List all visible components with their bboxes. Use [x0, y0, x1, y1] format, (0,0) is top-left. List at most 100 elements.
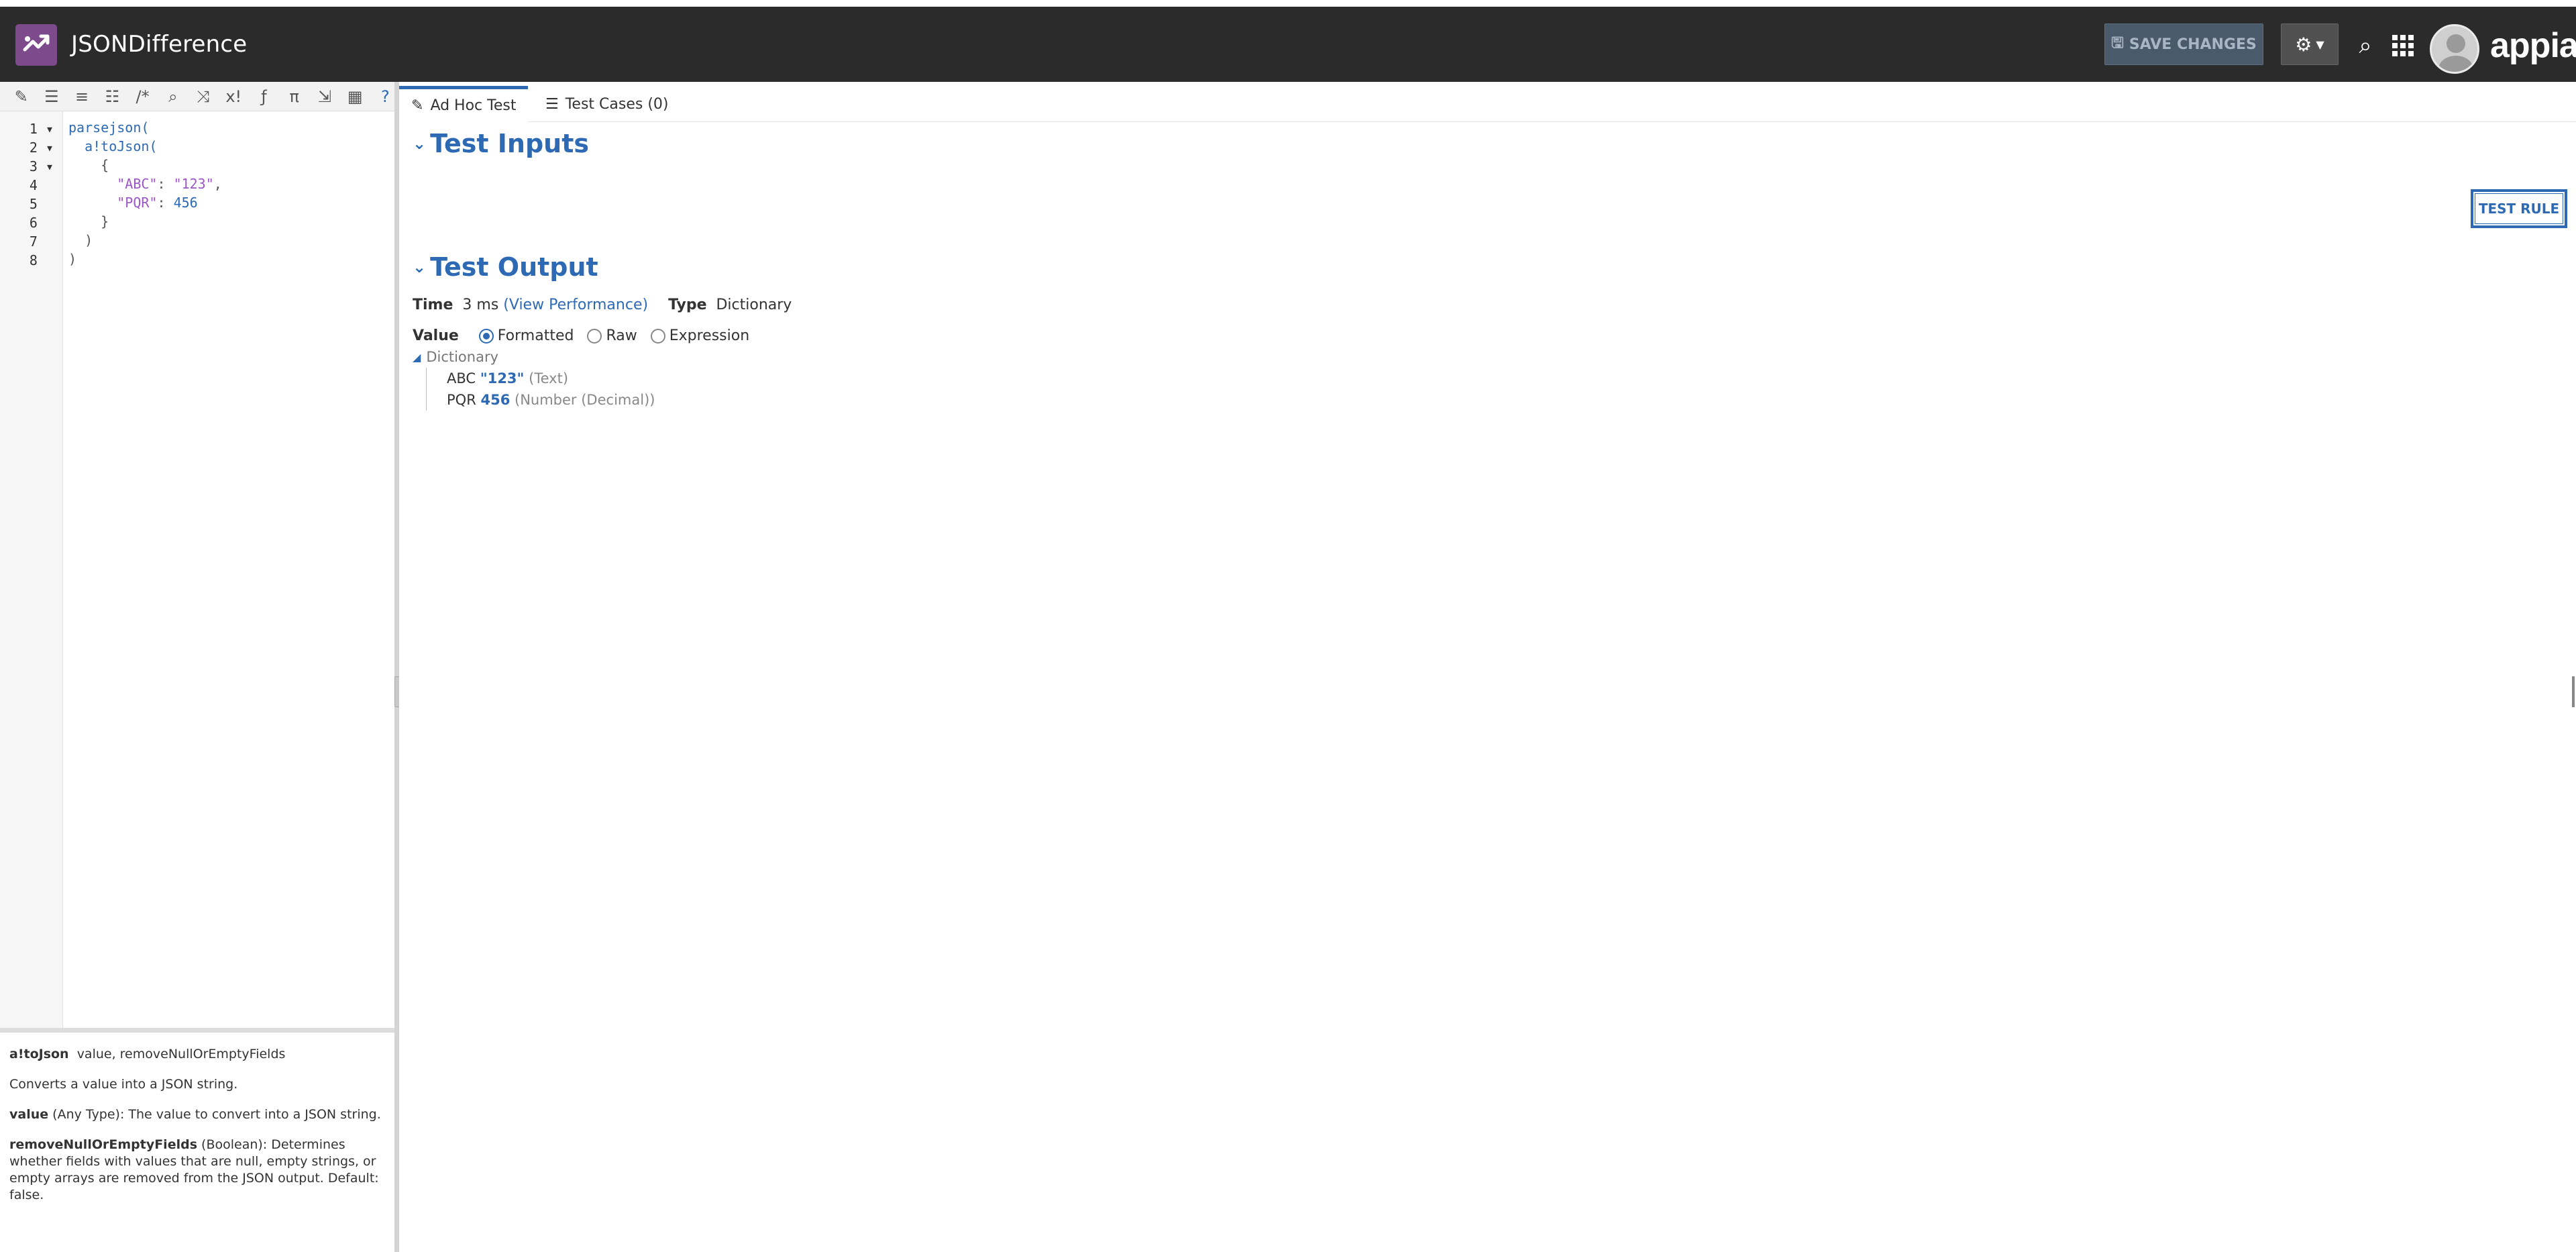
tree-item-key: ABC — [447, 370, 476, 386]
list-icon: ☰ — [545, 95, 559, 113]
doc-description: Converts a value into a JSON string. — [9, 1077, 238, 1092]
top-strip — [0, 0, 2576, 7]
expand-triangle-icon[interactable]: ◢ — [413, 351, 421, 364]
export-icon[interactable]: ⇲ — [315, 87, 333, 106]
code-value-pqr: 456 — [173, 195, 198, 211]
list-icon[interactable]: ☷ — [103, 87, 121, 106]
calculator-icon[interactable]: ▦ — [346, 87, 364, 106]
x-factorial-icon[interactable]: x! — [225, 87, 243, 106]
test-tabs: ✎ Ad Hoc Test ☰ Test Cases (0) — [399, 82, 2576, 122]
chevron-down-icon: ⌄ — [413, 134, 427, 153]
tree-root-label: Dictionary — [426, 349, 499, 365]
code-line-8: ) — [68, 251, 77, 267]
tree-item-key: PQR — [447, 392, 476, 408]
tree-root[interactable]: ◢ Dictionary — [413, 349, 655, 365]
tree-item-value: 456 — [480, 392, 511, 408]
radio-formatted-label[interactable]: Formatted — [498, 327, 574, 344]
code-line-7: ) — [85, 232, 93, 248]
test-rule-button[interactable]: TEST RULE — [2471, 189, 2567, 228]
tree-item: ABC "123" (Text) — [447, 368, 655, 389]
tree-item-value: "123" — [480, 370, 525, 386]
expression-editor-pane: ✎ ☰ ≡ ☷ /* ⌕ ⤨ x! ƒ π ⇲ ▦ ? 1 ▾ 2 ▾ 3 ▾ … — [0, 82, 394, 1252]
edit-icon: ✎ — [411, 97, 424, 114]
view-performance-link[interactable]: (View Performance) — [503, 297, 648, 313]
value-label: Value — [413, 327, 459, 344]
tree-item-type: (Number (Decimal)) — [515, 392, 655, 408]
code-line-6: } — [101, 213, 109, 229]
magic-wand-icon[interactable]: ✎ — [12, 87, 30, 106]
brand-logo: appian — [2490, 26, 2576, 65]
search-icon[interactable]: ⌕ — [164, 87, 182, 106]
editor-toolbar: ✎ ☰ ≡ ☷ /* ⌕ ⤨ x! ƒ π ⇲ ▦ ? — [0, 82, 394, 111]
app-grid-icon[interactable] — [2391, 34, 2415, 58]
line-number: 8 — [29, 252, 38, 268]
test-inputs-header[interactable]: ⌄ Test Inputs — [413, 129, 589, 158]
user-avatar[interactable] — [2430, 24, 2479, 74]
save-icon: 🖫 — [2111, 35, 2124, 52]
radio-raw[interactable] — [587, 328, 602, 344]
doc-signature: a!toJson value, removeNullOrEmptyFields — [9, 1046, 385, 1063]
doc-param-remove-null: removeNullOrEmptyFields (Boolean): Deter… — [9, 1137, 379, 1202]
tab-label: Ad Hoc Test — [430, 97, 517, 114]
save-changes-button[interactable]: 🖫 SAVE CHANGES — [2104, 23, 2263, 65]
time-label: Time — [413, 297, 453, 313]
code-text[interactable]: parsejson( a!toJson( { "ABC": "123", "PQ… — [68, 118, 222, 268]
output-meta-row: Time 3 ms (View Performance) Type Dictio… — [413, 297, 792, 313]
radio-raw-label[interactable]: Raw — [606, 327, 637, 344]
caret-down-icon: ▼ — [2316, 38, 2324, 51]
app-header: JSONDifference 🖫 SAVE CHANGES ⚙ ▼ ⌕ appi… — [0, 7, 2576, 82]
comment-icon[interactable]: /* — [133, 87, 152, 106]
shuffle-icon[interactable]: ⤨ — [194, 87, 212, 106]
radio-expression-label[interactable]: Expression — [669, 327, 749, 344]
settings-dropdown-button[interactable]: ⚙ ▼ — [2281, 23, 2339, 65]
right-splitter-handle[interactable] — [2572, 676, 2575, 707]
chevron-down-icon: ⌄ — [413, 258, 427, 276]
function-documentation: a!toJson value, removeNullOrEmptyFields … — [0, 1028, 394, 1252]
test-inputs-title: Test Inputs — [430, 129, 589, 158]
line-number: 6 — [29, 215, 38, 231]
line-number-gutter: 1 ▾ 2 ▾ 3 ▾ 4 5 6 7 8 — [0, 111, 63, 1028]
doc-fn-params: value, removeNullOrEmptyFields — [76, 1047, 286, 1061]
code-line-2: a!toJson( — [85, 138, 158, 154]
doc-param-value: value (Any Type): The value to convert i… — [9, 1107, 381, 1122]
tab-ad-hoc-test[interactable]: ✎ Ad Hoc Test — [399, 86, 529, 122]
radio-formatted[interactable] — [478, 328, 494, 344]
test-output-title: Test Output — [430, 252, 598, 282]
type-value: Dictionary — [716, 297, 792, 313]
indent-icon[interactable]: ☰ — [42, 87, 60, 106]
help-icon[interactable]: ? — [376, 87, 394, 106]
line-number: 3 ▾ — [29, 158, 54, 174]
test-pane: ✎ Ad Hoc Test ☰ Test Cases (0) ⌄ Test In… — [399, 82, 2576, 1252]
grid-icon-svg — [2392, 35, 2414, 56]
type-label: Type — [668, 297, 707, 313]
tab-label: Test Cases (0) — [565, 95, 669, 113]
line-number: 2 ▾ — [29, 140, 54, 156]
tree-item: PQR 456 (Number (Decimal)) — [447, 389, 655, 411]
tree-children: ABC "123" (Text) PQR 456 (Number (Decima… — [426, 368, 655, 411]
app-logo[interactable] — [15, 24, 57, 66]
pane-splitter[interactable] — [394, 82, 399, 1252]
code-key-pqr: "PQR" — [117, 195, 158, 211]
line-number: 1 ▾ — [29, 121, 54, 137]
doc-fn-name: a!toJson — [9, 1047, 69, 1061]
tab-test-cases[interactable]: ☰ Test Cases (0) — [533, 86, 681, 122]
code-value-abc: "123" — [173, 176, 214, 192]
function-icon[interactable]: ƒ — [255, 87, 273, 106]
line-number: 4 — [29, 177, 38, 193]
tree-item-type: (Text) — [529, 370, 569, 386]
code-editor[interactable]: 1 ▾ 2 ▾ 3 ▾ 4 5 6 7 8 parsejson( a!toJso… — [0, 111, 394, 1028]
gear-icon: ⚙ — [2295, 33, 2312, 56]
code-line-3: { — [101, 157, 109, 173]
line-number: 7 — [29, 233, 38, 250]
discover-icon[interactable]: ⌕ — [2353, 32, 2377, 59]
interface-designer-icon — [23, 34, 50, 52]
output-tree: ◢ Dictionary ABC "123" (Text) PQR 456 (N… — [413, 349, 655, 411]
outdent-icon[interactable]: ≡ — [72, 87, 91, 106]
app-title: JSONDifference — [71, 31, 248, 58]
radio-expression[interactable] — [650, 328, 665, 344]
time-value: 3 ms — [462, 297, 499, 313]
line-number: 5 — [29, 196, 38, 212]
code-key-abc: "ABC" — [117, 176, 158, 192]
test-output-header[interactable]: ⌄ Test Output — [413, 252, 598, 282]
pi-icon[interactable]: π — [285, 87, 303, 106]
